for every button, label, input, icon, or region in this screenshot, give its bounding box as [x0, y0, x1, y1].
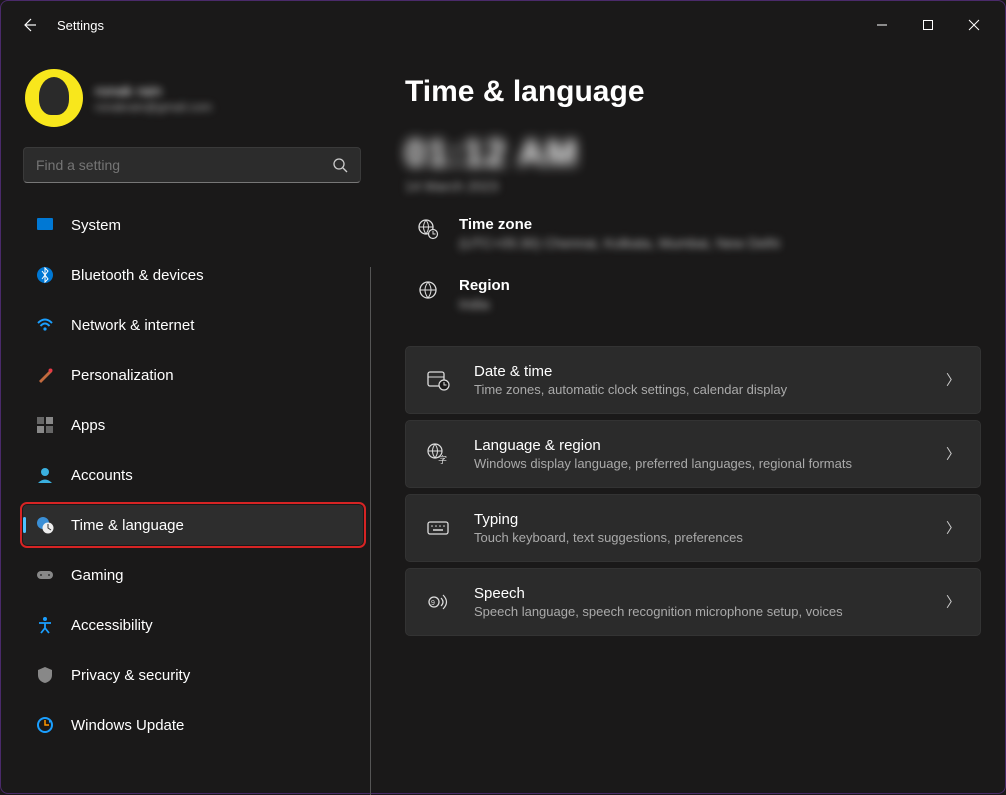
card-date-time[interactable]: Date & time Time zones, automatic clock …: [405, 346, 981, 414]
sidebar-item-label: Accounts: [71, 467, 133, 484]
close-button[interactable]: [951, 9, 997, 41]
bluetooth-icon: [35, 265, 55, 285]
profile-email: ronakrain@gmail.com: [95, 100, 212, 114]
sidebar-item-label: System: [71, 217, 121, 234]
card-desc: Speech language, speech recognition micr…: [474, 604, 924, 619]
titlebar: Settings: [1, 1, 1005, 49]
search-box[interactable]: [23, 147, 361, 183]
search-icon: [332, 157, 348, 173]
divider: [370, 267, 371, 795]
back-button[interactable]: [9, 5, 49, 45]
sidebar-item-label: Bluetooth & devices: [71, 267, 204, 284]
game-icon: [35, 565, 55, 585]
account-icon: [35, 465, 55, 485]
card-speech[interactable]: 9 Speech Speech language, speech recogni…: [405, 568, 981, 636]
sidebar-item-time-language[interactable]: Time & language: [23, 505, 363, 545]
region-info: Region India: [405, 277, 981, 312]
sidebar-item-update[interactable]: Windows Update: [23, 705, 363, 745]
speech-icon: 9: [426, 590, 452, 614]
sidebar-item-label: Network & internet: [71, 317, 194, 334]
brush-icon: [35, 365, 55, 385]
timezone-info: Time zone (UTC+05:30) Chennai, Kolkata, …: [405, 216, 981, 251]
sidebar-item-accessibility[interactable]: Accessibility: [23, 605, 363, 645]
current-date: 14 March 2023: [405, 178, 981, 194]
chevron-right-icon: 〉: [946, 518, 960, 538]
sidebar-item-apps[interactable]: Apps: [23, 405, 363, 445]
apps-icon: [35, 415, 55, 435]
timezone-icon: [415, 216, 441, 240]
system-icon: [35, 215, 55, 235]
chevron-right-icon: 〉: [946, 444, 960, 464]
chevron-right-icon: 〉: [946, 370, 960, 390]
window-controls: [859, 9, 997, 41]
card-desc: Touch keyboard, text suggestions, prefer…: [474, 530, 924, 545]
globe-icon: [415, 277, 441, 301]
svg-text:字: 字: [438, 454, 447, 465]
clock-globe-icon: [35, 515, 55, 535]
access-icon: [35, 615, 55, 635]
current-time: 01:12 AM: [405, 133, 981, 176]
sidebar-item-system[interactable]: System: [23, 205, 363, 245]
sidebar-item-privacy[interactable]: Privacy & security: [23, 655, 363, 695]
chevron-right-icon: 〉: [946, 592, 960, 612]
wifi-icon: [35, 315, 55, 335]
sidebar-item-label: Accessibility: [71, 617, 153, 634]
card-title: Language & region: [474, 437, 924, 454]
region-label: Region: [459, 277, 510, 294]
keyboard-icon: [426, 516, 452, 540]
sidebar-item-accounts[interactable]: Accounts: [23, 455, 363, 495]
sidebar-item-network[interactable]: Network & internet: [23, 305, 363, 345]
datetime-icon: [426, 368, 452, 392]
timezone-label: Time zone: [459, 216, 780, 233]
sidebar-item-label: Apps: [71, 417, 105, 434]
page-title: Time & language: [405, 75, 981, 109]
card-title: Typing: [474, 511, 924, 528]
region-value: India: [459, 296, 510, 312]
settings-list: Date & time Time zones, automatic clock …: [405, 346, 981, 636]
main-content: Time & language 01:12 AM 14 March 2023 T…: [371, 49, 1005, 795]
sidebar-item-label: Personalization: [71, 367, 174, 384]
card-typing[interactable]: Typing Touch keyboard, text suggestions,…: [405, 494, 981, 562]
svg-text:9: 9: [431, 600, 435, 607]
app-title: Settings: [57, 18, 104, 33]
profile-name: ronak rain: [95, 83, 212, 100]
card-desc: Time zones, automatic clock settings, ca…: [474, 382, 924, 397]
search-input[interactable]: [36, 157, 332, 173]
sidebar-item-label: Gaming: [71, 567, 124, 584]
shield-icon: [35, 665, 55, 685]
card-title: Speech: [474, 585, 924, 602]
update-icon: [35, 715, 55, 735]
card-title: Date & time: [474, 363, 924, 380]
profile[interactable]: ronak rain ronakrain@gmail.com: [25, 69, 371, 127]
card-language-region[interactable]: 字 Language & region Windows display lang…: [405, 420, 981, 488]
sidebar-item-label: Privacy & security: [71, 667, 190, 684]
sidebar-item-label: Time & language: [71, 517, 184, 534]
maximize-button[interactable]: [905, 9, 951, 41]
timezone-value: (UTC+05:30) Chennai, Kolkata, Mumbai, Ne…: [459, 235, 780, 251]
sidebar-item-gaming[interactable]: Gaming: [23, 555, 363, 595]
sidebar-item-label: Windows Update: [71, 717, 184, 734]
avatar: [25, 69, 83, 127]
sidebar-item-personalization[interactable]: Personalization: [23, 355, 363, 395]
langregion-icon: 字: [426, 442, 452, 466]
sidebar-item-bluetooth[interactable]: Bluetooth & devices: [23, 255, 363, 295]
card-desc: Windows display language, preferred lang…: [474, 456, 924, 471]
nav-list: System Bluetooth & devices Network & int…: [23, 205, 363, 755]
minimize-button[interactable]: [859, 9, 905, 41]
sidebar: ronak rain ronakrain@gmail.com System Bl…: [1, 49, 371, 795]
